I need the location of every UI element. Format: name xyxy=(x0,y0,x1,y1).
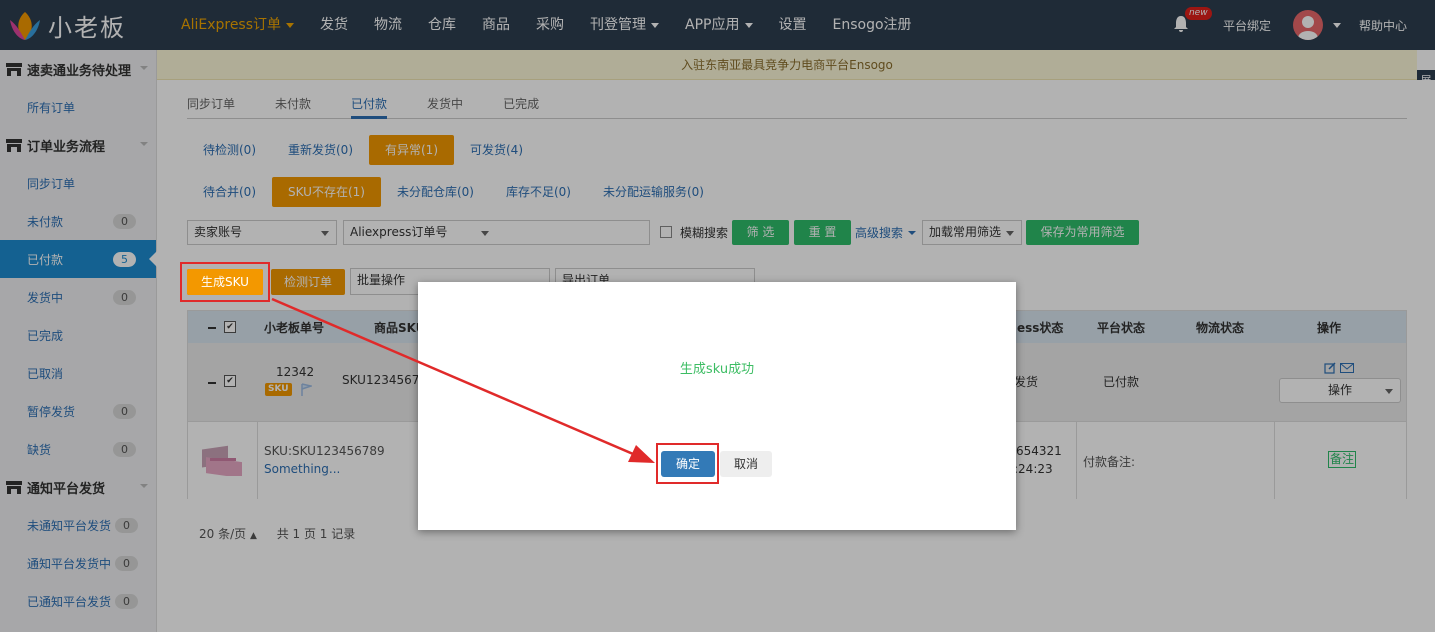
annotation-arrow xyxy=(271,297,655,463)
